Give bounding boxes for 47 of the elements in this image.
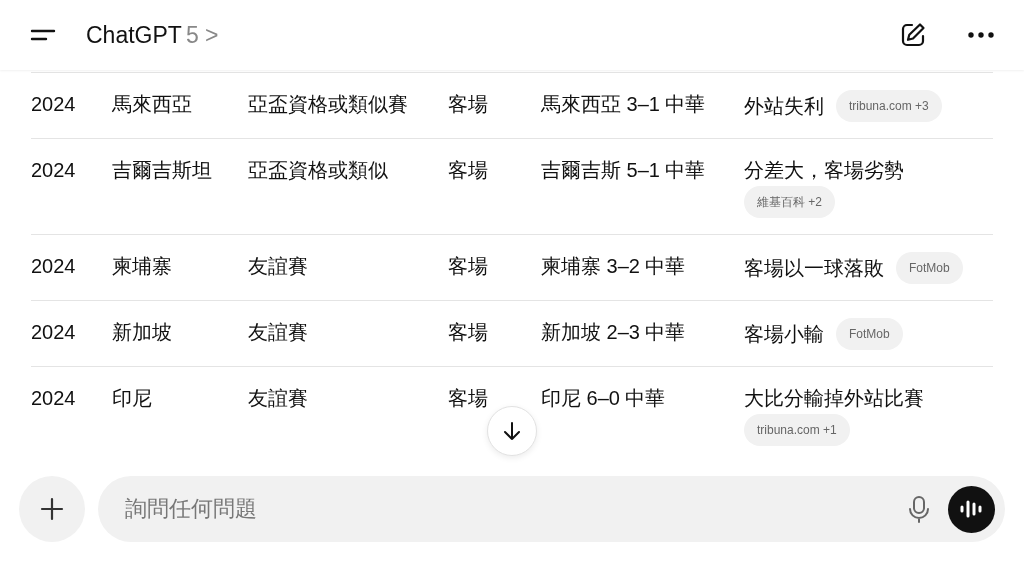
sound-wave-icon: [958, 499, 985, 519]
table-cell-text: 客場: [448, 386, 489, 411]
table-cell-text: 客場: [448, 158, 489, 183]
table-cell-text: 吉爾吉斯 5–1 中華: [541, 158, 707, 183]
table-cell-text: 馬來西亞 3–1 中華: [541, 92, 707, 117]
edit-icon[interactable]: [900, 22, 926, 48]
table-cell-text: 馬來西亞: [112, 92, 193, 117]
more-icon[interactable]: [968, 32, 994, 38]
source-chip[interactable]: FotMob: [896, 252, 963, 284]
table-cell-text: 友誼賽: [248, 386, 309, 411]
scroll-down-button[interactable]: [487, 406, 537, 456]
table-cell-text: 2024: [31, 386, 77, 411]
table-cell-text: 2024: [31, 320, 77, 345]
table-cell-text: 印尼: [112, 386, 153, 411]
text-input[interactable]: 詢問任何問題: [123, 495, 890, 523]
voice-button[interactable]: [948, 485, 995, 533]
source-chip[interactable]: FotMob: [836, 318, 903, 350]
message-field[interactable]: 詢問任何問題: [98, 476, 1005, 542]
table-cell-text: 外站失利: [744, 94, 824, 119]
table-cell-text: 柬埔寨: [112, 254, 173, 279]
table-cell-text: 亞盃資格或類似賽: [248, 92, 409, 117]
table-cell-text: 印尼 6–0 中華: [541, 386, 667, 411]
table-cell-text: 客場以一球落敗: [744, 256, 884, 281]
table-cell-text: 柬埔寨 3–2 中華: [541, 254, 687, 279]
table-cell-text: 大比分輸掉外站比賽: [744, 386, 924, 411]
table-cell-text: 新加坡 2–3 中華: [541, 320, 687, 345]
table-cell-text: 客場: [448, 254, 489, 279]
microphone-icon[interactable]: [908, 495, 930, 523]
arrow-down-icon: [503, 421, 521, 441]
table-cell-text: 新加坡: [112, 320, 173, 345]
table-cell-text: 吉爾吉斯坦: [112, 158, 213, 183]
table-cell-text: 分差大，客場劣勢: [744, 158, 904, 183]
table-cell-text: 客場: [448, 320, 489, 345]
table-cell-text: 客場小輸: [744, 322, 824, 347]
source-chip[interactable]: tribuna.com +1: [744, 414, 850, 446]
plus-icon: [40, 497, 64, 521]
table-cell-text: 友誼賽: [248, 320, 309, 345]
table-cell-text: 2024: [31, 158, 77, 183]
model-selector[interactable]: ChatGPT 5 >: [86, 21, 219, 49]
table-cell-text: 亞盃資格或類似: [248, 158, 389, 183]
table-cell-text: 2024: [31, 254, 77, 279]
table-cell-text: 2024: [31, 92, 77, 117]
menu-icon[interactable]: [30, 28, 56, 42]
source-chip[interactable]: 維基百科 +2: [744, 186, 835, 218]
table-cell-text: 客場: [448, 92, 489, 117]
table-cell-text: 友誼賽: [248, 254, 309, 279]
source-chip[interactable]: tribuna.com +3: [836, 90, 942, 122]
